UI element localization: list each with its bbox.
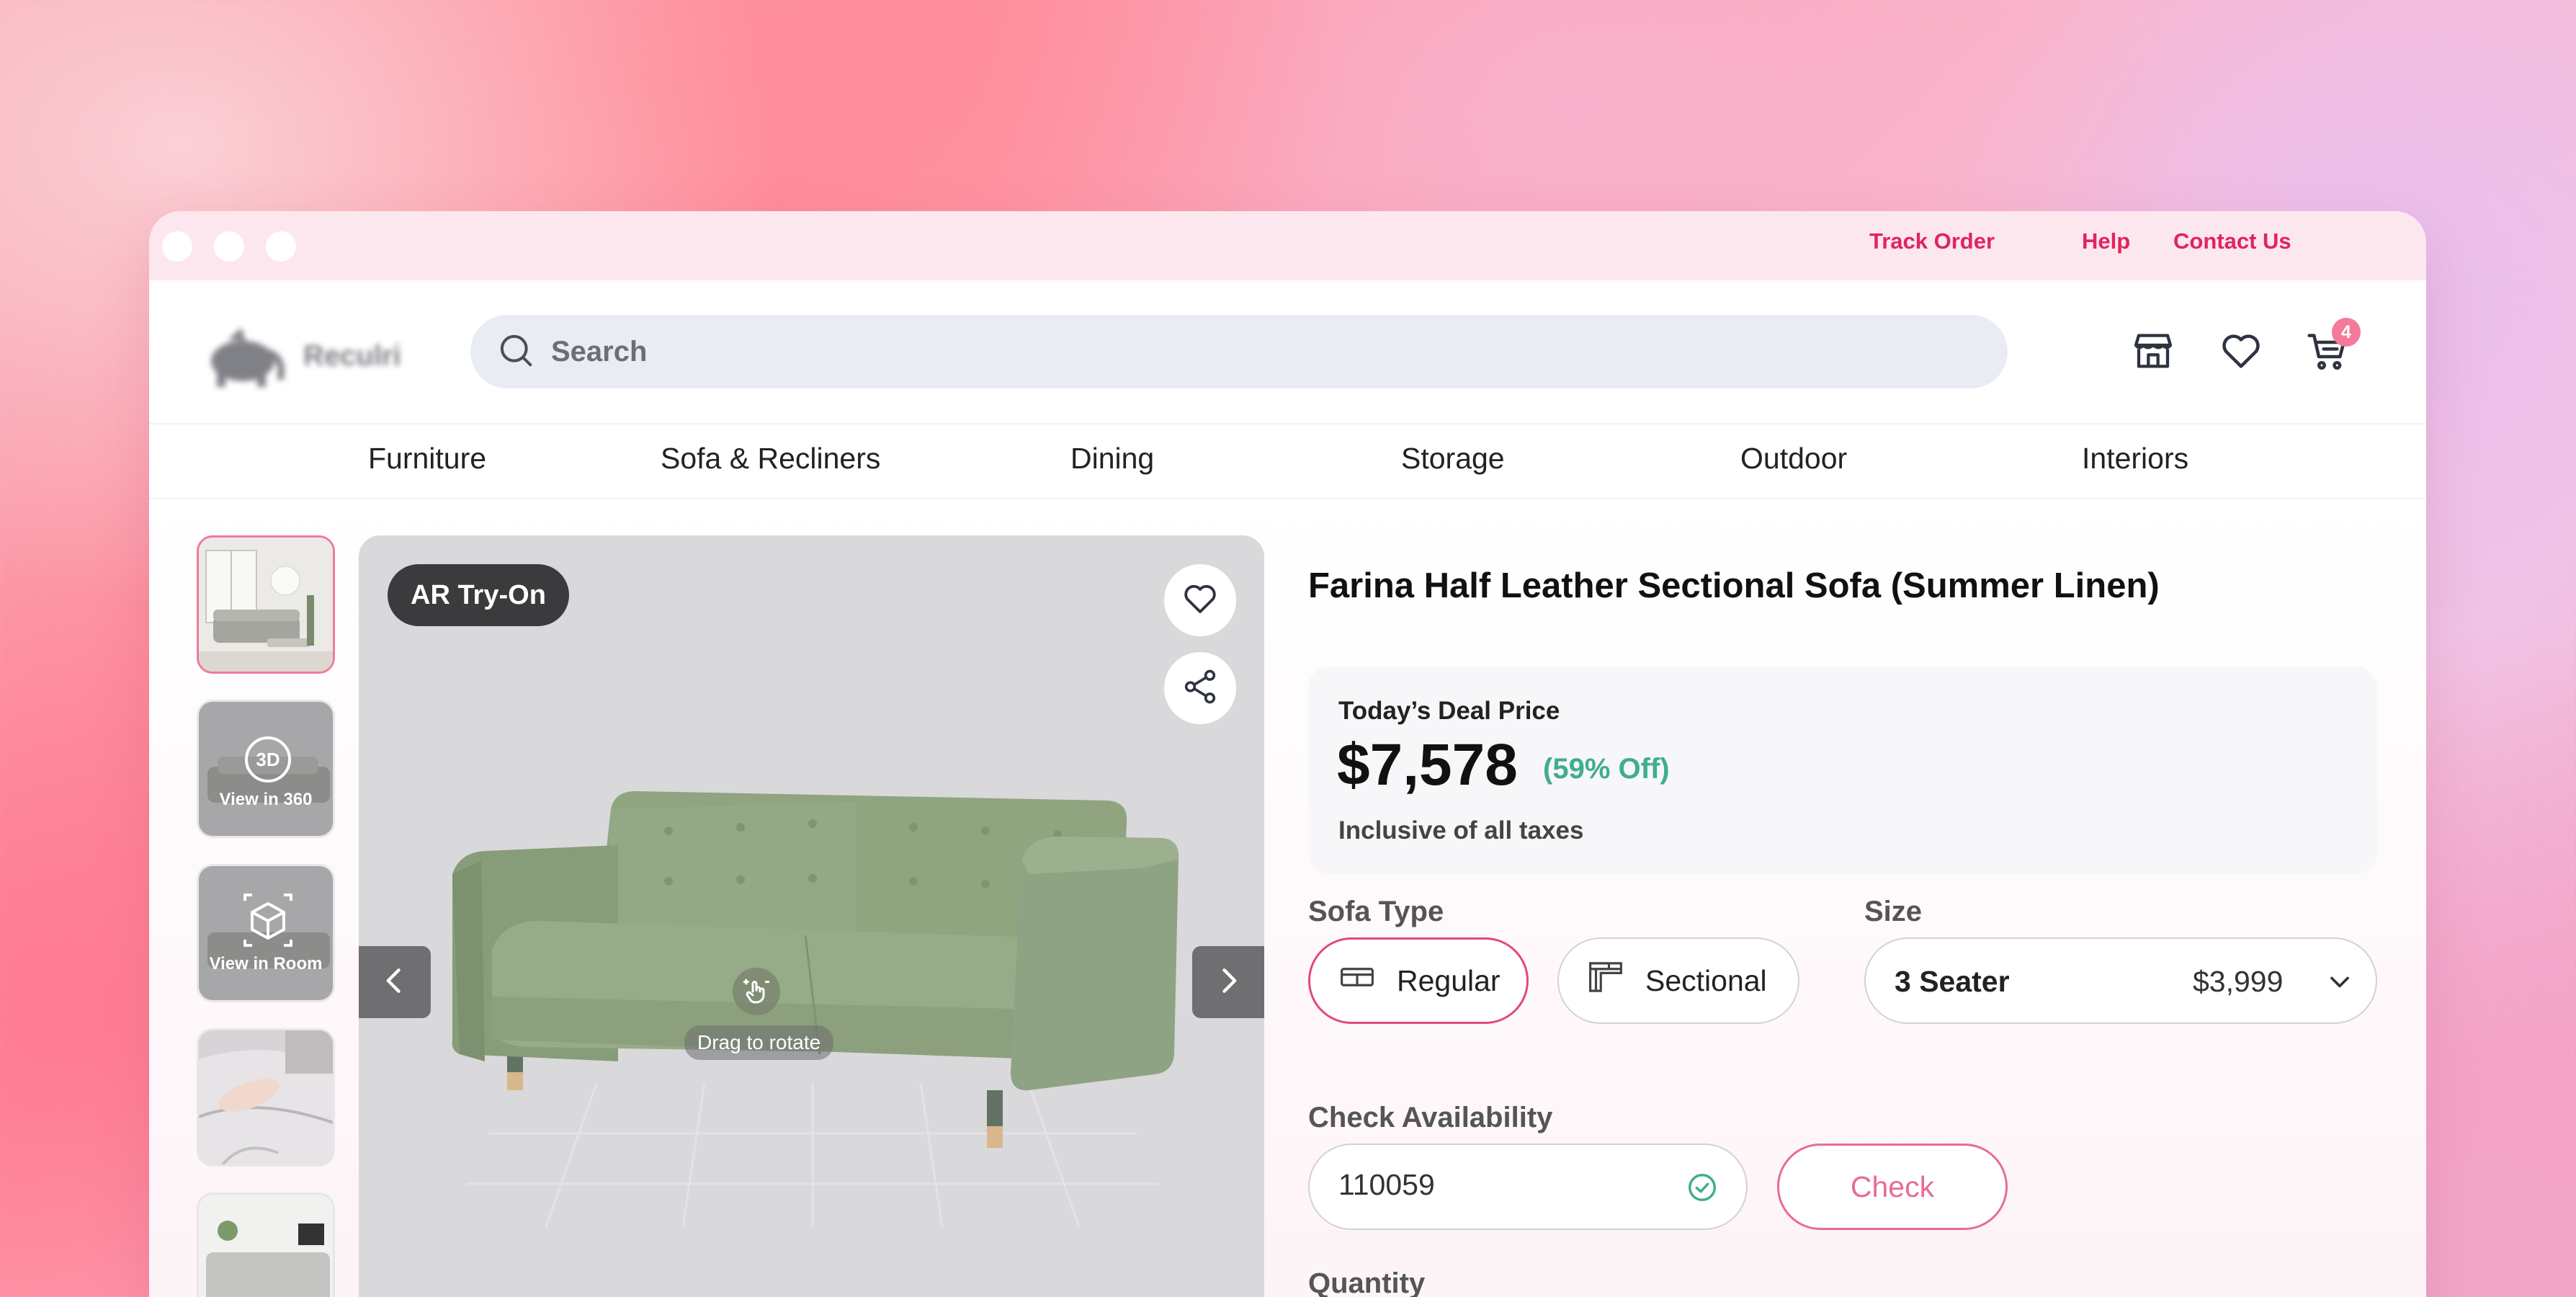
heart-icon[interactable] <box>2218 328 2264 374</box>
size-value: 3 Seater <box>1895 965 2010 998</box>
nav-item-furniture[interactable]: Furniture <box>368 442 486 476</box>
nav-item-interiors[interactable]: Interiors <box>2082 442 2188 476</box>
share-icon <box>1181 667 1220 710</box>
nav-item-storage[interactable]: Storage <box>1401 442 1505 476</box>
sofa-type-label: Sofa Type <box>1308 896 1444 927</box>
discount-label: (59% Off) <box>1543 753 1670 785</box>
drag-to-rotate-label: Drag to rotate <box>684 1025 834 1060</box>
previous-image-button[interactable] <box>359 946 431 1018</box>
track-order-link[interactable]: Track Order <box>1869 228 1995 254</box>
window-maximize-dot[interactable] <box>266 231 296 262</box>
sofa-type-regular-label: Regular <box>1397 963 1501 997</box>
size-price: $3,999 <box>2193 965 2284 998</box>
pincode-input[interactable] <box>1338 1168 1655 1202</box>
cart-icon <box>2304 334 2351 377</box>
search-input[interactable] <box>551 335 1920 368</box>
check-circle-icon <box>1686 1171 1719 1208</box>
browser-window: Track Order Help Contact Us Reculri Sear… <box>149 211 2426 1297</box>
thumbnail-fabric-closeup[interactable] <box>197 1028 335 1167</box>
sofa-type-sectional-label: Sectional <box>1645 963 1767 997</box>
window-close-dot[interactable] <box>162 231 192 262</box>
cart-button[interactable]: 4 <box>2304 318 2361 377</box>
sofa-type-sectional-option[interactable]: Sectional <box>1557 937 1799 1024</box>
window-minimize-dot[interactable] <box>214 231 244 262</box>
help-link[interactable]: Help <box>2082 228 2130 254</box>
ar-try-on-button[interactable]: AR Try-On <box>388 564 569 626</box>
next-image-button[interactable] <box>1192 946 1264 1018</box>
brand-logo[interactable]: Reculri <box>200 324 401 388</box>
size-label: Size <box>1864 896 1923 927</box>
wishlist-button[interactable] <box>1164 564 1236 636</box>
svg-text:3D: 3D <box>256 749 279 770</box>
thumbnail-view-in-room[interactable]: View in Room <box>197 864 335 1002</box>
product-price: $7,578 <box>1337 732 1518 798</box>
chevron-down-icon <box>2324 966 2356 1002</box>
search-icon <box>496 331 535 373</box>
pincode-field[interactable] <box>1308 1144 1748 1230</box>
product-section: 3D View in 360 View in Room AR Try-On Dr… <box>149 499 2426 1297</box>
hand-touch-icon <box>733 968 780 1015</box>
elephant-logo-icon <box>200 324 286 388</box>
sofa-3d-model <box>452 791 1179 1228</box>
sectional-sofa-icon <box>1586 958 1645 1004</box>
chevron-right-icon <box>1212 965 1244 1000</box>
nav-item-sofa-recliners[interactable]: Sofa & Recliners <box>661 442 880 476</box>
tax-note: Inclusive of all taxes <box>1338 816 1584 844</box>
check-availability-label: Check Availability <box>1308 1102 1553 1133</box>
size-dropdown[interactable]: 3 Seater $3,999 <box>1864 937 2377 1024</box>
drag-to-rotate-hint: Drag to rotate <box>684 968 834 1060</box>
share-button[interactable] <box>1164 652 1236 724</box>
search-bar[interactable] <box>470 315 2008 388</box>
nav-item-outdoor[interactable]: Outdoor <box>1740 442 1847 476</box>
thumbnail-view-360[interactable]: 3D View in 360 <box>197 700 335 838</box>
brand-name: Reculri <box>303 339 401 372</box>
cart-count-badge: 4 <box>2332 318 2361 347</box>
product-title: Farina Half Leather Sectional Sofa (Summ… <box>1308 566 2160 605</box>
deal-price-label: Today’s Deal Price <box>1338 697 1560 725</box>
check-availability-button[interactable]: Check <box>1777 1144 2008 1230</box>
view-360-label: View in 360 <box>219 790 313 809</box>
title-bar: Track Order Help Contact Us <box>149 211 2426 280</box>
deal-price-card: Today’s Deal Price $7,578 (59% Off) Incl… <box>1308 667 2377 874</box>
thumbnail-living-room[interactable] <box>197 535 335 674</box>
thumbnail-room-view[interactable] <box>197 1193 335 1297</box>
nav-item-dining[interactable]: Dining <box>1070 442 1154 476</box>
view-in-room-label: View in Room <box>209 954 323 973</box>
regular-sofa-icon <box>1338 958 1397 1004</box>
quantity-label: Quantity <box>1308 1267 1426 1297</box>
contact-us-link[interactable]: Contact Us <box>2173 228 2291 254</box>
category-nav: Furniture Sofa & Recliners Dining Storag… <box>149 424 2426 499</box>
heart-icon <box>1181 579 1220 622</box>
chevron-left-icon <box>379 965 411 1000</box>
site-header: Reculri Search 4 <box>149 280 2426 424</box>
sofa-type-regular-option[interactable]: Regular <box>1308 937 1529 1024</box>
store-icon[interactable] <box>2130 328 2176 374</box>
product-3d-viewer[interactable]: AR Try-On Drag to rotate <box>359 535 1264 1297</box>
